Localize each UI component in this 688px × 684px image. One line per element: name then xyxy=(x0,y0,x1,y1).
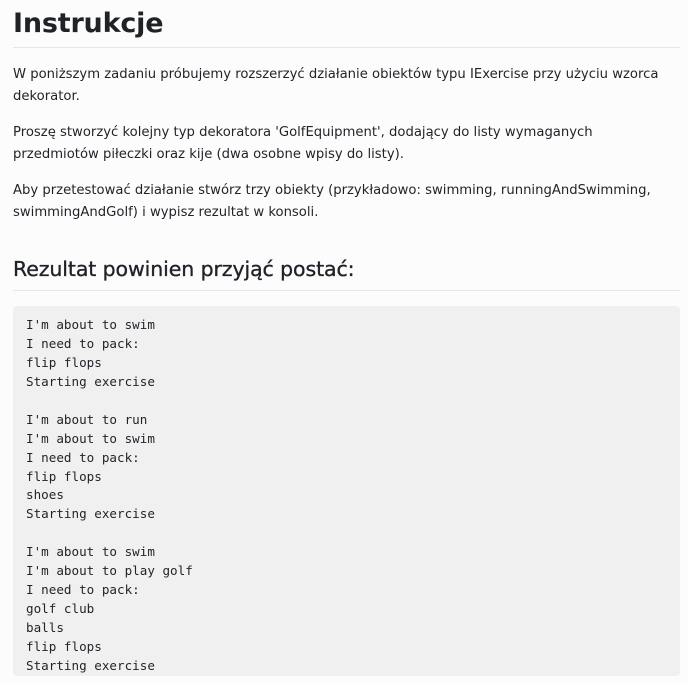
paragraph-test: Aby przetestować działanie stwórz trzy o… xyxy=(13,183,651,220)
page-title: Instrukcje xyxy=(13,0,680,48)
result-heading: Rezultat powinien przyjąć postać: xyxy=(13,255,680,291)
code-line: Starting exercise xyxy=(26,506,155,522)
code-line: flip flops xyxy=(26,638,102,654)
code-line: I'm about to run xyxy=(26,411,148,427)
paragraph-task: Proszę stworzyć kolejny typ dekoratora '… xyxy=(13,125,593,162)
code-line: flip flops xyxy=(26,468,102,484)
code-line: shoes xyxy=(26,487,64,503)
code-line: I need to pack: xyxy=(26,335,140,351)
code-line: I'm about to play golf xyxy=(26,563,193,579)
code-line: flip flops xyxy=(26,354,102,370)
paragraph-intro: W poniższym zadaniu próbujemy rozszerzyć… xyxy=(13,67,659,104)
code-line: I'm about to swim xyxy=(26,544,155,560)
code-line: Starting exercise xyxy=(26,657,155,673)
expected-output-code-block: I'm about to swim I need to pack: flip flo… xyxy=(13,306,680,676)
code-line: I'm about to swim xyxy=(26,430,155,446)
code-line: golf club xyxy=(26,601,95,617)
code-line: I'm about to swim xyxy=(26,317,155,332)
code-line: I need to pack: xyxy=(26,449,140,465)
code-line: I need to pack: xyxy=(26,582,140,598)
code-line: balls xyxy=(26,620,64,635)
instructions-page: Instrukcje W poniższym zadaniu próbujemy… xyxy=(0,0,688,684)
code-line: Starting exercise xyxy=(26,373,155,389)
